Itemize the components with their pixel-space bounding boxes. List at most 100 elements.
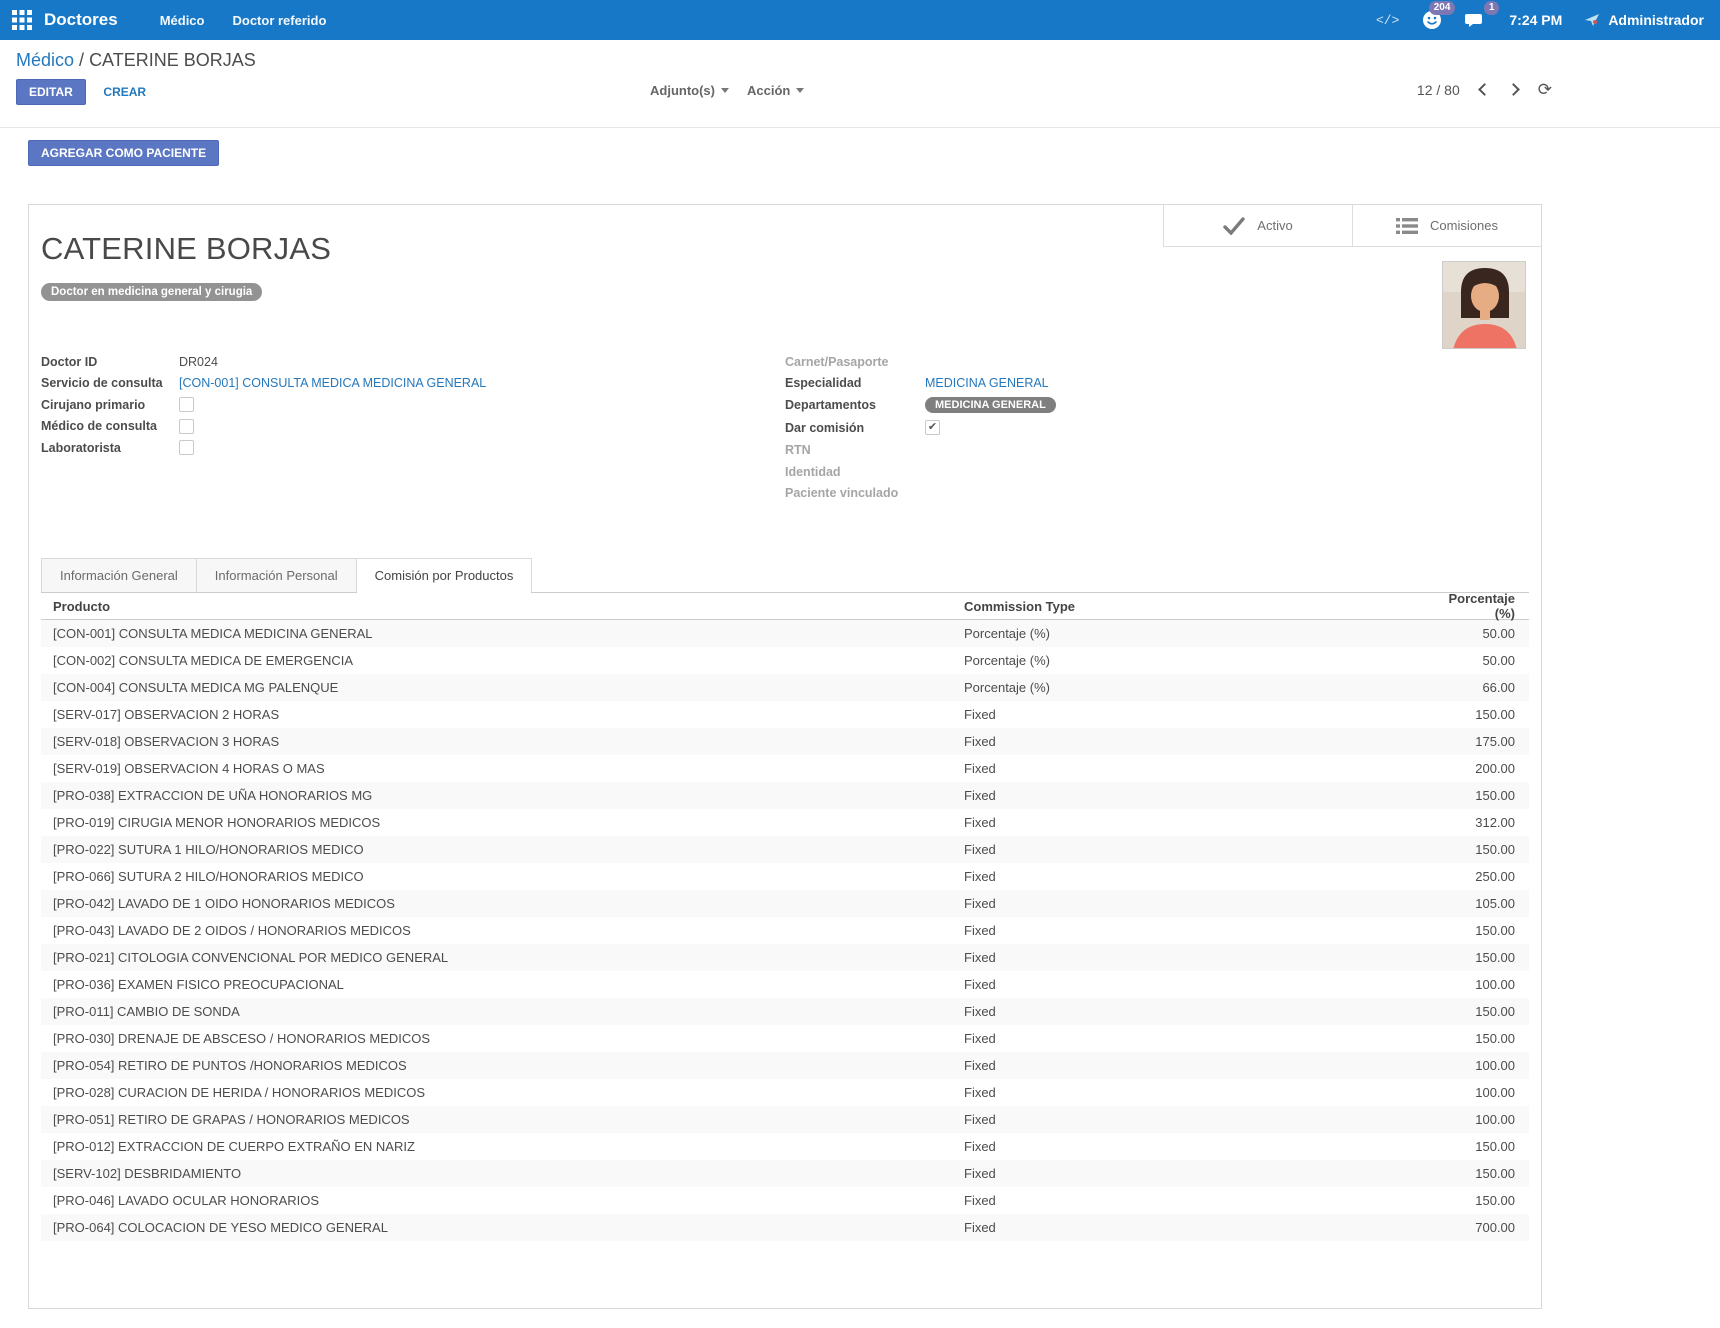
create-button[interactable]: CREAR [103, 85, 146, 99]
cell-producto: [SERV-019] OBSERVACION 4 HORAS O MAS [41, 761, 964, 776]
table-row[interactable]: [PRO-021] CITOLOGIA CONVENCIONAL POR MED… [41, 944, 1529, 971]
list-icon [1396, 217, 1418, 235]
cell-porcentaje: 312.00 [1429, 815, 1529, 830]
cell-commission-type: Fixed [964, 842, 1429, 857]
cell-commission-type: Fixed [964, 761, 1429, 776]
cell-porcentaje: 150.00 [1429, 1004, 1529, 1019]
refresh-icon[interactable]: ⟳ [1538, 81, 1552, 98]
table-row[interactable]: [PRO-012] EXTRACCION DE CUERPO EXTRAÑO E… [41, 1133, 1529, 1160]
table-row[interactable]: [PRO-043] LAVADO DE 2 OIDOS / HONORARIOS… [41, 917, 1529, 944]
pager-previous-icon[interactable] [1478, 83, 1491, 96]
departamentos-tag[interactable]: MEDICINA GENERAL [925, 397, 1056, 413]
apps-grid-icon[interactable] [12, 10, 32, 30]
field-medico-consulta: Médico de consulta [41, 416, 785, 438]
tab-comision-por-productos[interactable]: Comisión por Productos [356, 558, 533, 592]
medico-consulta-checkbox[interactable] [179, 419, 194, 434]
servicio-consulta-link[interactable]: [CON-001] CONSULTA MEDICA MEDICINA GENER… [179, 376, 486, 390]
especialidad-link[interactable]: MEDICINA GENERAL [925, 376, 1049, 390]
tab-informacion-general[interactable]: Información General [41, 558, 197, 592]
table-row[interactable]: [PRO-051] RETIRO DE GRAPAS / HONORARIOS … [41, 1106, 1529, 1133]
form-statusbar: AGREGAR COMO PACIENTE [0, 127, 1720, 176]
notebook-tabs: Información General Información Personal… [41, 558, 1529, 593]
user-name: Administrador [1608, 12, 1704, 28]
table-row[interactable]: [PRO-042] LAVADO DE 1 OIDO HONORARIOS ME… [41, 890, 1529, 917]
col-commission-type[interactable]: Commission Type [964, 599, 1429, 614]
add-as-patient-button[interactable]: AGREGAR COMO PACIENTE [28, 140, 219, 166]
field-paciente-vinculado: Paciente vinculado [785, 483, 1529, 505]
table-row[interactable]: [PRO-054] RETIRO DE PUNTOS /HONORARIOS M… [41, 1052, 1529, 1079]
col-producto[interactable]: Producto [41, 599, 964, 614]
cell-commission-type: Porcentaje (%) [964, 680, 1429, 695]
tab-informacion-personal[interactable]: Información Personal [196, 558, 357, 592]
active-stat-label: Activo [1257, 218, 1292, 233]
cell-producto: [PRO-030] DRENAJE DE ABSCESO / HONORARIO… [41, 1031, 964, 1046]
table-header: Producto Commission Type Porcentaje (%) [41, 593, 1529, 620]
field-laboratorista: Laboratorista [41, 437, 785, 459]
cell-commission-type: Fixed [964, 923, 1429, 938]
cell-porcentaje: 100.00 [1429, 1112, 1529, 1127]
table-row[interactable]: [CON-001] CONSULTA MEDICA MEDICINA GENER… [41, 620, 1529, 647]
doctor-photo[interactable] [1442, 261, 1526, 349]
active-stat-button[interactable]: Activo [1163, 205, 1352, 247]
developer-mode-icon[interactable]: </> [1376, 13, 1399, 28]
cell-porcentaje: 100.00 [1429, 1058, 1529, 1073]
app-title[interactable]: Doctores [44, 10, 118, 30]
table-row[interactable]: [PRO-019] CIRUGIA MENOR HONORARIOS MEDIC… [41, 809, 1529, 836]
user-menu[interactable]: Administrador [1584, 12, 1704, 28]
cell-porcentaje: 175.00 [1429, 734, 1529, 749]
clock[interactable]: 7:24 PM [1509, 12, 1562, 28]
cell-commission-type: Fixed [964, 734, 1429, 749]
control-panel: Médico / CATERINE BORJAS EDITAR CREAR Ad… [0, 40, 1720, 121]
activities-icon[interactable]: 204 [1421, 9, 1443, 31]
col-porcentaje[interactable]: Porcentaje (%) [1429, 591, 1529, 621]
field-dar-comision: Dar comisión [785, 416, 1529, 440]
table-row[interactable]: [PRO-066] SUTURA 2 HILO/HONORARIOS MEDIC… [41, 863, 1529, 890]
table-row[interactable]: [PRO-011] CAMBIO DE SONDAFixed150.00 [41, 998, 1529, 1025]
table-row[interactable]: [PRO-028] CURACION DE HERIDA / HONORARIO… [41, 1079, 1529, 1106]
cell-porcentaje: 150.00 [1429, 950, 1529, 965]
field-departamentos: Departamentos MEDICINA GENERAL [785, 394, 1529, 416]
messages-icon[interactable]: 1 [1465, 9, 1487, 31]
table-row[interactable]: [PRO-038] EXTRACCION DE UÑA HONORARIOS M… [41, 782, 1529, 809]
table-row[interactable]: [SERV-017] OBSERVACION 2 HORASFixed150.0… [41, 701, 1529, 728]
table-row[interactable]: [PRO-030] DRENAJE DE ABSCESO / HONORARIO… [41, 1025, 1529, 1052]
menu-medico[interactable]: Médico [160, 13, 205, 28]
cell-porcentaje: 150.00 [1429, 1193, 1529, 1208]
cell-producto: [PRO-038] EXTRACCION DE UÑA HONORARIOS M… [41, 788, 964, 803]
breadcrumb-parent[interactable]: Médico [16, 50, 74, 70]
table-row[interactable]: [PRO-036] EXAMEN FISICO PREOCUPACIONALFi… [41, 971, 1529, 998]
cell-commission-type: Fixed [964, 707, 1429, 722]
cell-porcentaje: 100.00 [1429, 977, 1529, 992]
table-row[interactable]: [SERV-102] DESBRIDAMIENTOFixed150.00 [41, 1160, 1529, 1187]
cell-producto: [CON-002] CONSULTA MEDICA DE EMERGENCIA [41, 653, 964, 668]
table-row[interactable]: [SERV-018] OBSERVACION 3 HORASFixed175.0… [41, 728, 1529, 755]
cell-producto: [PRO-011] CAMBIO DE SONDA [41, 1004, 964, 1019]
cell-producto: [PRO-064] COLOCACION DE YESO MEDICO GENE… [41, 1220, 964, 1235]
table-row[interactable]: [CON-002] CONSULTA MEDICA DE EMERGENCIAP… [41, 647, 1529, 674]
cell-producto: [PRO-012] EXTRACCION DE CUERPO EXTRAÑO E… [41, 1139, 964, 1154]
cell-producto: [PRO-042] LAVADO DE 1 OIDO HONORARIOS ME… [41, 896, 964, 911]
table-row[interactable]: [SERV-019] OBSERVACION 4 HORAS O MASFixe… [41, 755, 1529, 782]
table-row[interactable]: [PRO-022] SUTURA 1 HILO/HONORARIOS MEDIC… [41, 836, 1529, 863]
cell-producto: [PRO-066] SUTURA 2 HILO/HONORARIOS MEDIC… [41, 869, 964, 884]
action-dropdown[interactable]: Acción [747, 83, 804, 98]
edit-button[interactable]: EDITAR [16, 79, 86, 105]
cirujano-primario-checkbox[interactable] [179, 397, 194, 412]
table-row[interactable]: [PRO-046] LAVADO OCULAR HONORARIOSFixed1… [41, 1187, 1529, 1214]
chevron-down-icon [796, 88, 804, 93]
cell-porcentaje: 200.00 [1429, 761, 1529, 776]
cell-producto: [PRO-028] CURACION DE HERIDA / HONORARIO… [41, 1085, 964, 1100]
menu-doctor-referido[interactable]: Doctor referido [232, 13, 326, 28]
dar-comision-checkbox[interactable] [925, 420, 940, 435]
laboratorista-checkbox[interactable] [179, 440, 194, 455]
user-avatar-icon [1584, 12, 1600, 28]
cell-commission-type: Fixed [964, 1058, 1429, 1073]
cell-producto: [PRO-054] RETIRO DE PUNTOS /HONORARIOS M… [41, 1058, 964, 1073]
commissions-stat-button[interactable]: Comisiones [1352, 205, 1541, 247]
table-row[interactable]: [PRO-064] COLOCACION DE YESO MEDICO GENE… [41, 1214, 1529, 1241]
table-row[interactable]: [CON-004] CONSULTA MEDICA MG PALENQUEPor… [41, 674, 1529, 701]
cell-producto: [CON-004] CONSULTA MEDICA MG PALENQUE [41, 680, 964, 695]
attachments-dropdown[interactable]: Adjunto(s) [650, 83, 729, 98]
cell-commission-type: Fixed [964, 1004, 1429, 1019]
pager-next-icon[interactable] [1507, 83, 1520, 96]
